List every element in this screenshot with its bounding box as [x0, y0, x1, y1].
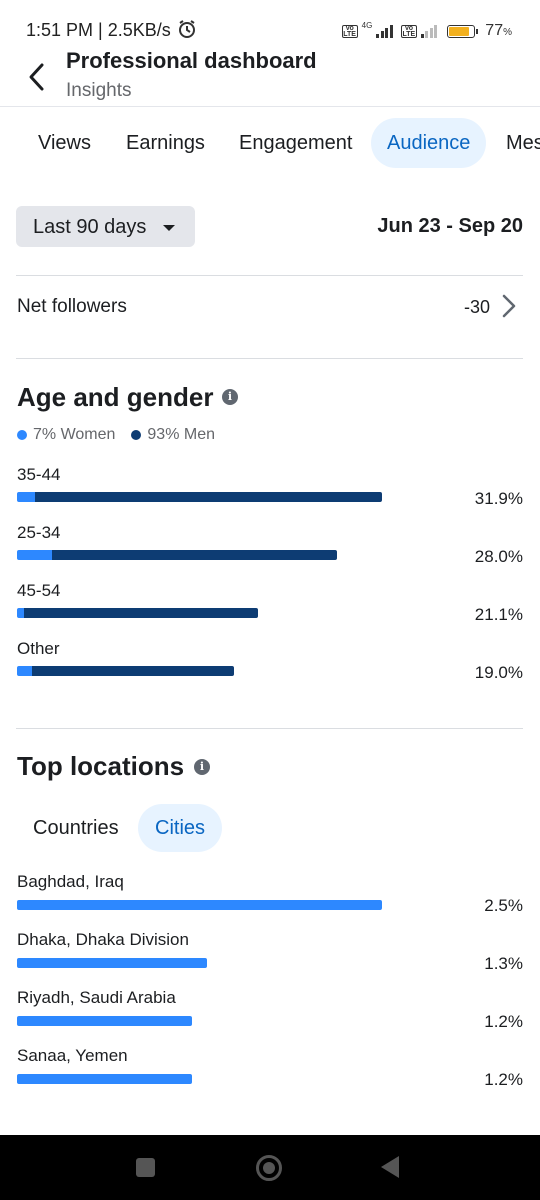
caret-down-icon [163, 225, 175, 231]
city-label: Dhaka, Dhaka Division [17, 930, 189, 949]
men-dot-icon [131, 430, 142, 440]
divider [16, 728, 523, 729]
tab-views[interactable]: Views [22, 118, 107, 168]
age-group-bar [17, 550, 337, 560]
women-dot-icon [17, 430, 27, 440]
city-label: Riyadh, Saudi Arabia [17, 988, 176, 1007]
net-followers-value: -30 [463, 297, 490, 317]
city-bar [17, 1016, 192, 1026]
volte-icon-2: Vo LTE [400, 24, 417, 38]
women-segment [17, 550, 53, 560]
date-range-dropdown[interactable]: Last 90 days [16, 206, 195, 247]
top-locations-title: Top locations [17, 751, 185, 781]
age-group-label: Other [17, 639, 60, 658]
insights-tabs: Views Earnings Engagement Audience Mes [0, 118, 540, 170]
alarm-icon [177, 19, 197, 44]
status-time: 1:51 PM | 2.5KB/s [26, 20, 171, 40]
tab-earnings[interactable]: Earnings [110, 118, 221, 168]
legend-women-label: 7% Women [33, 426, 116, 443]
signal-strength-icon-2 [420, 24, 438, 38]
legend-men-label: 93% Men [147, 426, 215, 443]
age-group-value: 19.0% [474, 663, 523, 682]
page-subtitle: Insights [66, 80, 132, 101]
divider [16, 358, 523, 359]
age-group-bar [17, 492, 382, 502]
city-bar [17, 1074, 192, 1084]
tab-audience[interactable]: Audience [371, 118, 487, 168]
date-range-text: Jun 23 - Sep 20 [377, 215, 523, 237]
tab-cities[interactable]: Cities [138, 804, 223, 852]
signal-strength-icon [376, 24, 393, 38]
women-segment [17, 608, 25, 618]
women-segment [17, 666, 33, 676]
age-group-bar [17, 608, 258, 618]
women-segment [17, 492, 36, 502]
page-header: Professional dashboard Insights [0, 44, 540, 107]
back-arrow-icon[interactable] [26, 62, 48, 92]
city-value: 1.2% [484, 1070, 523, 1089]
age-group-value: 21.1% [474, 605, 523, 624]
city-bar [17, 900, 382, 910]
city-value: 2.5% [484, 896, 523, 915]
back-triangle-icon[interactable] [381, 1156, 399, 1178]
volte-icon: Vo LTE [341, 24, 358, 38]
city-label: Sanaa, Yemen [17, 1046, 128, 1065]
age-group-label: 45-54 [17, 581, 61, 600]
network-type: 4G [361, 20, 373, 30]
tab-countries[interactable]: Countries [16, 804, 136, 852]
age-group-value: 31.9% [474, 489, 523, 508]
date-range-label: Last 90 days [33, 216, 147, 238]
home-icon[interactable] [256, 1155, 282, 1181]
city-value: 1.2% [484, 1012, 523, 1031]
age-gender-title: Age and gender [17, 382, 214, 412]
tab-engagement[interactable]: Engagement [223, 118, 368, 168]
legend-men: 93% Men [131, 426, 215, 444]
city-label: Baghdad, Iraq [17, 872, 124, 891]
recent-apps-icon[interactable] [136, 1158, 155, 1177]
net-followers-label: Net followers [17, 296, 127, 317]
tab-messages[interactable]: Mes [490, 118, 540, 168]
page-title: Professional dashboard [66, 48, 317, 73]
men-segment [35, 492, 382, 502]
age-group-label: 35-44 [17, 465, 61, 484]
men-segment [24, 608, 258, 618]
city-value: 1.3% [484, 954, 523, 973]
men-segment [52, 550, 337, 560]
info-icon[interactable]: i [194, 759, 210, 775]
info-icon[interactable]: i [222, 389, 238, 405]
system-nav-bar [0, 1135, 540, 1200]
legend-women: 7% Women [17, 426, 115, 444]
chevron-right-icon [502, 294, 516, 318]
battery-percent: 77% [485, 22, 512, 39]
age-group-label: 25-34 [17, 523, 61, 542]
men-segment [32, 666, 234, 676]
city-bar [17, 958, 207, 968]
status-bar: 1:51 PM | 2.5KB/s Vo LTE 4G Vo LTE 77% [0, 0, 540, 44]
age-group-bar [17, 666, 234, 676]
age-group-value: 28.0% [474, 547, 523, 566]
age-gender-legend: 7% Women 93% Men [17, 426, 231, 444]
battery-icon [447, 24, 479, 38]
net-followers-row[interactable]: Net followers -30 [0, 276, 540, 358]
